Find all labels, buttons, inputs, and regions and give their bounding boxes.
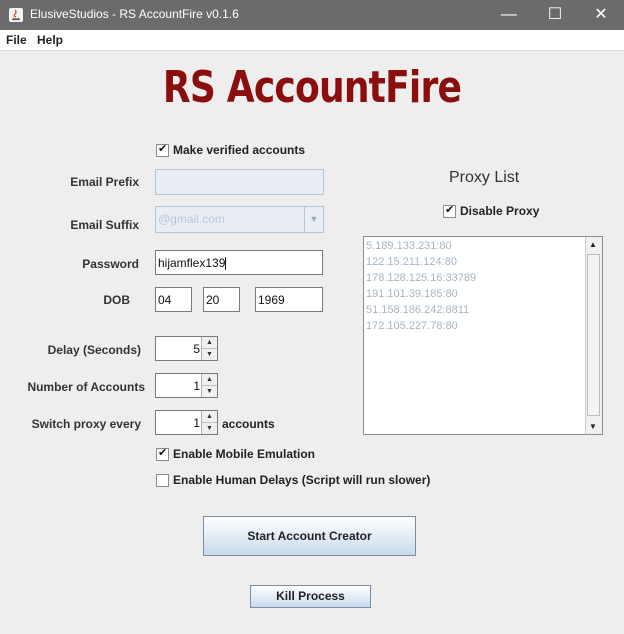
vertical-scrollbar[interactable]: ▲ ▼: [585, 237, 602, 434]
switch-proxy-value: 1: [193, 416, 200, 430]
disable-proxy-label: Disable Proxy: [460, 204, 540, 218]
spinner-arrows: ▲ ▼: [201, 411, 217, 434]
num-accounts-spinner[interactable]: 1 ▲ ▼: [155, 373, 218, 398]
disable-proxy-checkbox[interactable]: [443, 203, 456, 218]
dob-day-input[interactable]: 20: [203, 287, 240, 312]
start-account-creator-button[interactable]: Start Account Creator: [203, 516, 416, 556]
proxy-entry: 178.128.125.16:33789: [366, 272, 477, 284]
delay-label: Delay (Seconds): [47, 343, 141, 357]
menu-help[interactable]: Help: [37, 33, 63, 47]
scrollbar-thumb[interactable]: [587, 254, 600, 416]
spinner-up-icon[interactable]: ▲: [202, 411, 217, 423]
email-suffix-dropdown[interactable]: @gmail.com ▼: [155, 206, 324, 233]
proxy-entry: 122.15.211.124:80: [366, 256, 457, 268]
close-button[interactable]: ✕: [578, 0, 624, 30]
spinner-up-icon[interactable]: ▲: [202, 337, 217, 349]
human-delays-label: Enable Human Delays (Script will run slo…: [173, 473, 431, 487]
email-suffix-label: Email Suffix: [70, 218, 139, 232]
scroll-down-icon[interactable]: ▼: [589, 422, 597, 431]
java-app-icon: [9, 8, 23, 22]
proxy-list-title: Proxy List: [449, 169, 520, 186]
dob-month-input[interactable]: 04: [155, 287, 192, 312]
title-bar: ElusiveStudios - RS AccountFire v0.1.6 —…: [0, 0, 624, 30]
minimize-button[interactable]: —: [486, 0, 532, 30]
switch-proxy-spinner[interactable]: 1 ▲ ▼: [155, 410, 218, 435]
kill-process-button[interactable]: Kill Process: [250, 585, 371, 608]
proxy-list-textarea[interactable]: 5.189.133.231:80 122.15.211.124:80 178.1…: [363, 236, 603, 435]
switch-proxy-label: Switch proxy every: [31, 417, 141, 431]
make-verified-label: Make verified accounts: [173, 143, 306, 157]
spinner-arrows: ▲ ▼: [201, 337, 217, 360]
dob-year-input[interactable]: 1969: [255, 287, 323, 312]
mobile-emulation-checkbox[interactable]: [156, 446, 169, 461]
num-accounts-value: 1: [193, 379, 200, 393]
menu-bar: File Help: [0, 30, 624, 51]
proxy-entry: 5.189.133.231:80: [366, 240, 452, 252]
spinner-down-icon[interactable]: ▼: [202, 349, 217, 360]
text-cursor: [225, 257, 227, 271]
proxy-entry: 172.105.227.78:80: [366, 320, 458, 332]
make-verified-checkbox[interactable]: [156, 142, 169, 157]
maximize-button[interactable]: ☐: [532, 0, 578, 30]
scroll-up-icon[interactable]: ▲: [589, 240, 597, 249]
spinner-arrows: ▲ ▼: [201, 374, 217, 397]
email-suffix-value: @gmail.com: [158, 212, 225, 226]
proxy-entry: 51.158.186.242:8811: [366, 304, 470, 316]
spinner-up-icon[interactable]: ▲: [202, 374, 217, 386]
menu-file[interactable]: File: [6, 33, 27, 47]
mobile-emulation-label: Enable Mobile Emulation: [173, 447, 316, 461]
dob-label: DOB: [103, 293, 130, 307]
email-prefix-label: Email Prefix: [70, 175, 139, 189]
chevron-down-icon[interactable]: ▼: [304, 207, 323, 232]
password-input[interactable]: hijamflex139: [155, 250, 323, 275]
delay-value: 5: [193, 342, 200, 356]
app-logo-title: RS AccountFire: [162, 62, 462, 113]
password-label: Password: [82, 257, 139, 271]
password-value: hijamflex139: [158, 256, 226, 270]
email-prefix-input[interactable]: [155, 169, 324, 195]
human-delays-checkbox[interactable]: [156, 474, 169, 487]
switch-proxy-suffix: accounts: [222, 417, 275, 431]
proxy-entry: 191.101.39.185:80: [366, 288, 458, 300]
delay-spinner[interactable]: 5 ▲ ▼: [155, 336, 218, 361]
window-title: ElusiveStudios - RS AccountFire v0.1.6: [30, 7, 239, 21]
spinner-down-icon[interactable]: ▼: [202, 423, 217, 434]
spinner-down-icon[interactable]: ▼: [202, 386, 217, 397]
num-accounts-label: Number of Accounts: [27, 380, 145, 394]
